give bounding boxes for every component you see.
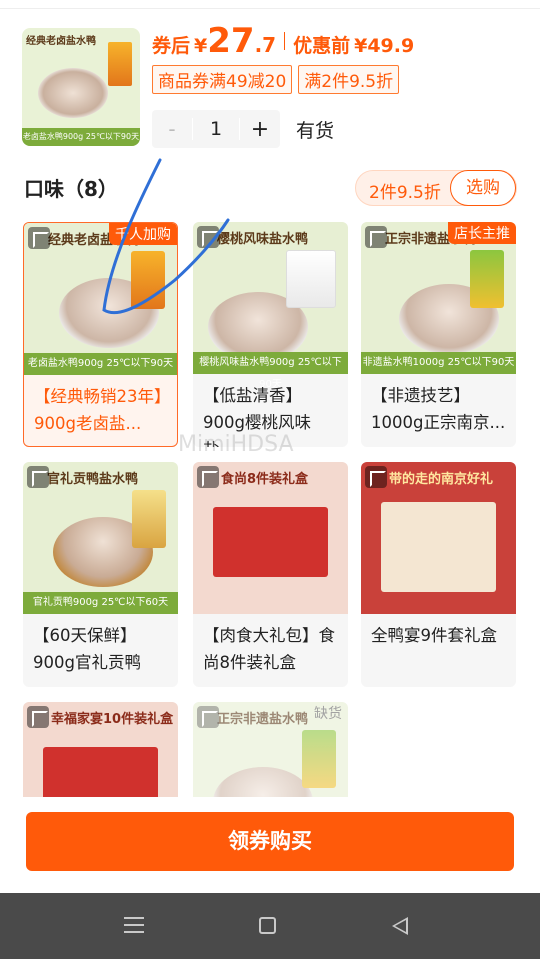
increase-button[interactable]: + xyxy=(240,117,280,142)
package-image xyxy=(132,490,166,548)
flavor-card[interactable]: 官礼贡鸭盐水鸭 官礼贡鸭900g 25℃以下60天 【60天保鲜】900g官礼贡… xyxy=(23,462,178,687)
duck-plate-image xyxy=(38,68,108,118)
package-image xyxy=(286,250,336,308)
image-banner-text: 带的走的南京好礼 xyxy=(389,472,494,487)
quantity-value[interactable]: 1 xyxy=(192,118,240,140)
divider xyxy=(0,8,540,9)
flavor-name: 全鸭宴9件套礼盒 xyxy=(371,626,497,645)
price-integer: 27 xyxy=(207,21,255,61)
flavor-card[interactable]: 正宗非遗盐水鸭 缺货 xyxy=(193,702,348,797)
item-badge: 店长主推 xyxy=(448,222,516,244)
flavor-section-title: 口味（8） xyxy=(24,177,118,201)
gift-box-image xyxy=(381,502,496,592)
product-header: 经典老卤盐水鸭 老卤盐水鸭900g 25℃以下90天 券后 ¥ 27 .7 优惠… xyxy=(0,0,540,160)
original-price: ¥49.9 xyxy=(354,35,415,57)
flavor-name: 【非遗技艺】1000g正宗南京... xyxy=(371,386,506,432)
package-image xyxy=(108,42,132,86)
package-image xyxy=(131,251,165,309)
promo-text: 2件9.5折 xyxy=(369,183,441,203)
flavor-card[interactable]: 经典老卤盐水鸭 老卤盐水鸭900g 25℃以下90天 千人加购 【经典畅销23年… xyxy=(23,222,178,447)
decrease-button[interactable]: - xyxy=(152,117,192,141)
expand-icon[interactable] xyxy=(365,226,387,248)
product-thumbnail[interactable]: 经典老卤盐水鸭 老卤盐水鸭900g 25℃以下90天 xyxy=(22,28,140,146)
out-of-stock-badge: 缺货 xyxy=(314,706,342,722)
coupon-list: 商品券满49减20 满2件9.5折 xyxy=(152,65,400,94)
flavor-card[interactable]: 樱桃风味盐水鸭 樱桃风味盐水鸭900g 25℃以下90天 【低盐清香】900g樱… xyxy=(193,222,348,447)
expand-icon[interactable] xyxy=(197,706,219,728)
image-banner-text: 食尚8件装礼盒 xyxy=(221,472,309,487)
item-badge: 千人加购 xyxy=(109,223,177,245)
original-price-label: 优惠前 xyxy=(293,35,351,57)
image-banner-text: 幸福家宴10件装礼盒 xyxy=(51,712,174,727)
image-banner-text: 樱桃风味盐水鸭 xyxy=(217,232,309,247)
expand-icon[interactable] xyxy=(28,227,50,249)
thumbnail-footer: 老卤盐水鸭900g 25℃以下90天 xyxy=(22,128,140,146)
image-footer-text: 官礼贡鸭900g 25℃以下60天 xyxy=(23,592,178,614)
price-decimal: .7 xyxy=(254,33,277,57)
gift-box-image xyxy=(213,507,328,577)
expand-icon[interactable] xyxy=(27,706,49,728)
flavor-card[interactable]: 正宗非遗盐水鸭 非遗盐水鸭1000g 25℃以下90天 店长主推 【非遗技艺】1… xyxy=(361,222,516,447)
stock-status: 有货 xyxy=(296,120,335,142)
expand-icon[interactable] xyxy=(197,226,219,248)
expand-icon[interactable] xyxy=(27,466,49,488)
select-button[interactable]: 选购 xyxy=(450,170,516,206)
expand-icon[interactable] xyxy=(365,466,387,488)
watermark: MimiHDSA xyxy=(178,432,294,457)
image-footer-text: 樱桃风味盐水鸭900g 25℃以下90天 xyxy=(193,352,348,390)
claim-coupon-buy-button[interactable]: 领券购买 xyxy=(26,812,514,871)
coupon-tag[interactable]: 商品券满49减20 xyxy=(152,65,293,94)
flavor-card[interactable]: 食尚8件装礼盒 【肉食大礼包】食尚8件装礼盒 xyxy=(193,462,348,687)
flavor-name: 【经典畅销23年】900g老卤盐... xyxy=(34,387,171,433)
image-footer-text: 老卤盐水鸭900g 25℃以下90天 xyxy=(24,353,177,375)
price-separator xyxy=(284,32,286,50)
flavor-name: 【60天保鲜】900g官礼贡鸭 xyxy=(33,626,141,672)
gift-box-image xyxy=(43,747,158,797)
currency-symbol: ¥ xyxy=(194,35,208,57)
flavor-grid: 经典老卤盐水鸭 老卤盐水鸭900g 25℃以下90天 千人加购 【经典畅销23年… xyxy=(23,222,519,797)
system-nav-bar xyxy=(0,893,540,959)
flavor-name: 【肉食大礼包】食尚8件装礼盒 xyxy=(203,626,335,672)
home-icon[interactable] xyxy=(259,917,276,934)
promo-pill: 2件9.5折 选购 xyxy=(355,170,517,206)
quantity-stepper: - 1 + xyxy=(152,110,280,148)
image-banner-text: 正宗非遗盐水鸭 xyxy=(217,712,309,727)
price-row: 券后 ¥ 27 .7 优惠前 ¥49.9 xyxy=(152,24,414,58)
expand-icon[interactable] xyxy=(197,466,219,488)
coupon-tag[interactable]: 满2件9.5折 xyxy=(298,65,400,94)
package-image xyxy=(302,730,336,788)
duck-plate-image xyxy=(213,767,313,797)
image-footer-text: 非遗盐水鸭1000g 25℃以下90天 xyxy=(361,352,516,374)
thumbnail-title: 经典老卤盐水鸭 xyxy=(26,36,96,47)
back-icon[interactable] xyxy=(392,917,408,935)
price-label: 券后 xyxy=(152,35,191,57)
menu-icon[interactable] xyxy=(124,917,144,933)
flavor-card[interactable]: 幸福家宴10件装礼盒 xyxy=(23,702,178,797)
flavor-card[interactable]: 带的走的南京好礼 全鸭宴9件套礼盒 xyxy=(361,462,516,687)
image-banner-text: 官礼贡鸭盐水鸭 xyxy=(47,472,139,487)
package-image xyxy=(470,250,504,308)
